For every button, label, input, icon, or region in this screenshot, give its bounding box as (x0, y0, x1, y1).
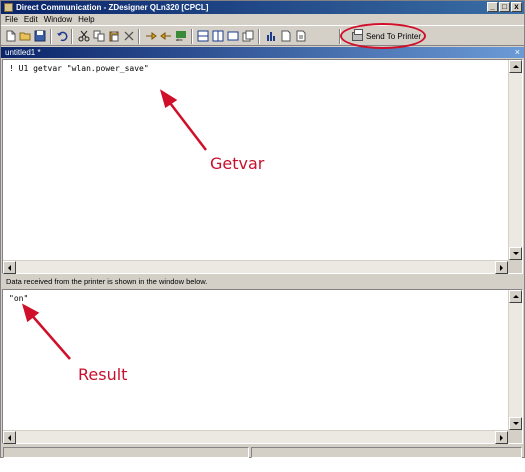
result-arrow (21, 303, 71, 360)
result-annotation-label: Result (78, 365, 128, 384)
annotation-arrows (21, 89, 207, 360)
getvar-arrow (159, 89, 207, 151)
getvar-annotation-label: Getvar (210, 154, 265, 173)
